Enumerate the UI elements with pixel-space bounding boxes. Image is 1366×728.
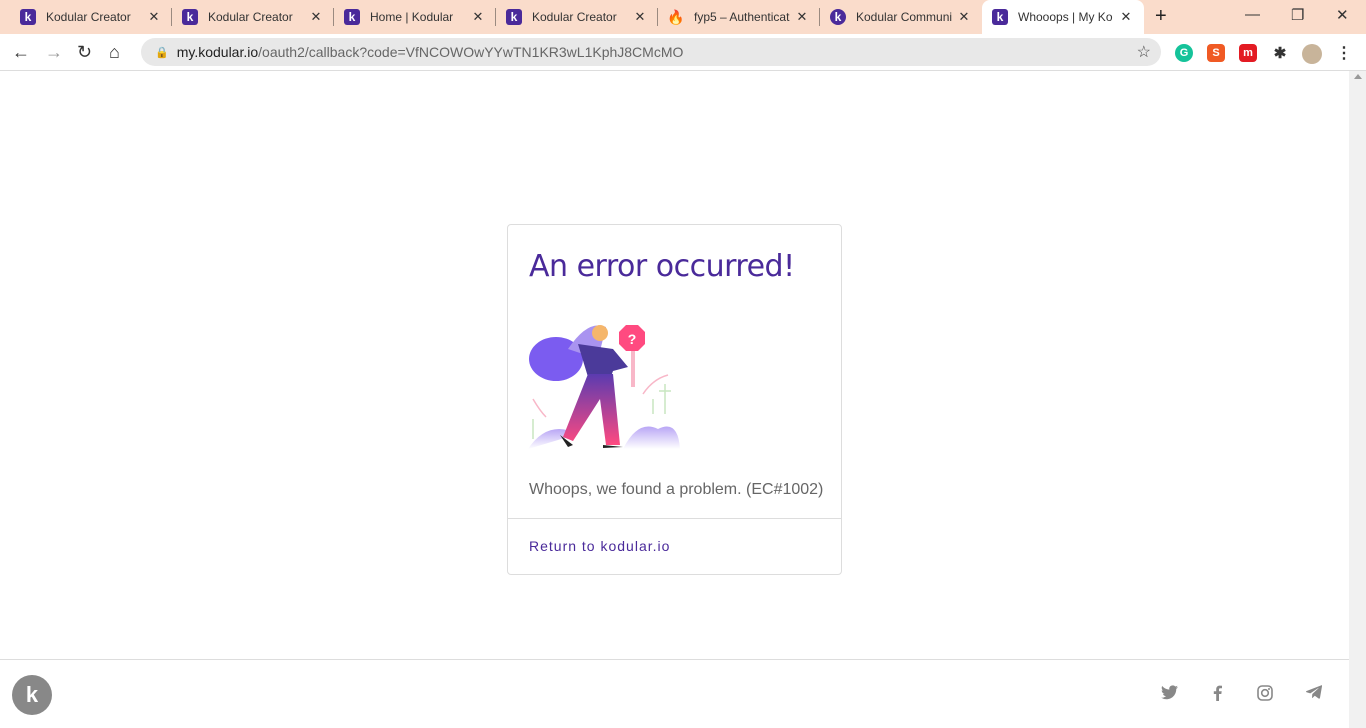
kodular-community-favicon: k <box>830 9 846 25</box>
tab[interactable]: k Kodular Communi ✕ <box>820 0 982 34</box>
scrollbar[interactable] <box>1349 71 1366 728</box>
scroll-up-arrow[interactable] <box>1353 74 1362 79</box>
tab-strip: k Kodular Creator ✕ k Kodular Creator ✕ k Hom… <box>0 0 1366 34</box>
svg-text:?: ? <box>628 331 637 347</box>
facebook-icon[interactable] <box>1213 685 1222 701</box>
tab[interactable]: k Kodular Creator ✕ <box>496 0 658 34</box>
url-path: /oauth2/callback?code=VfNCOWOwYYwTN1KR3w… <box>258 44 684 60</box>
close-tab-icon[interactable]: ✕ <box>470 9 486 25</box>
error-message: Whoops, we found a problem. (EC#1002) <box>529 481 824 498</box>
close-tab-icon[interactable]: ✕ <box>794 9 810 25</box>
close-tab-icon[interactable]: ✕ <box>632 9 648 25</box>
error-card: An error occurred! ? Whoops, we found a … <box>507 224 842 575</box>
kodular-logo[interactable]: k <box>12 675 52 715</box>
return-link[interactable]: Return to kodular.io <box>529 538 670 554</box>
instagram-icon[interactable] <box>1257 685 1273 701</box>
tab-title: fyp5 – Authenticat <box>694 10 790 24</box>
browser-toolbar: ← → ↻ ⌂ 🔒 my.kodular.io/oauth2/callback?… <box>0 34 1366 71</box>
tab-title: Kodular Creator <box>208 10 293 24</box>
close-tab-icon[interactable]: ✕ <box>146 9 162 25</box>
back-icon[interactable]: ← <box>12 42 30 63</box>
telegram-icon[interactable] <box>1306 685 1322 699</box>
tab[interactable]: k Home | Kodular ✕ <box>334 0 496 34</box>
extensions-puzzle-icon[interactable]: ✱ <box>1271 44 1289 62</box>
shopee-icon[interactable]: S <box>1207 44 1225 62</box>
card-divider <box>508 518 841 519</box>
url-host: my.kodular.io <box>176 44 259 60</box>
lock-icon: 🔒 <box>155 46 169 59</box>
mendeley-icon[interactable]: m <box>1239 44 1257 62</box>
error-title: An error occurred! <box>529 249 795 284</box>
kodular-favicon: k <box>182 9 198 25</box>
minimize-button[interactable]: — <box>1245 6 1260 23</box>
tab-title: Kodular Creator <box>46 10 131 24</box>
reload-icon[interactable]: ↻ <box>77 42 92 63</box>
close-tab-icon[interactable]: ✕ <box>308 9 324 25</box>
close-tab-icon[interactable]: ✕ <box>956 9 972 25</box>
bookmark-star-icon[interactable]: ☆ <box>1137 42 1151 62</box>
tab-title: Home | Kodular <box>370 10 454 24</box>
address-bar[interactable]: 🔒 my.kodular.io/oauth2/callback?code=VfN… <box>141 38 1161 66</box>
profile-avatar[interactable] <box>1302 44 1322 64</box>
kodular-favicon: k <box>20 9 36 25</box>
tab-active[interactable]: k Whooops | My Ko ✕ <box>982 0 1144 34</box>
kodular-favicon: k <box>506 9 522 25</box>
close-tab-icon[interactable]: ✕ <box>1118 9 1134 25</box>
twitter-icon[interactable] <box>1161 685 1178 700</box>
kodular-favicon: k <box>344 9 360 25</box>
tab[interactable]: 🔥 fyp5 – Authenticat ✕ <box>658 0 820 34</box>
error-illustration: ? <box>528 325 680 449</box>
tab-title: Kodular Creator <box>532 10 617 24</box>
tab-title: Whooops | My Ko <box>1018 10 1113 24</box>
firebase-favicon: 🔥 <box>667 8 685 25</box>
menu-kebab-icon[interactable]: ⋮ <box>1335 44 1353 62</box>
tab[interactable]: k Kodular Creator ✕ <box>172 0 334 34</box>
tab[interactable]: k Kodular Creator ✕ <box>10 0 172 34</box>
grammarly-icon[interactable]: G <box>1175 44 1193 62</box>
home-icon[interactable]: ⌂ <box>109 42 120 63</box>
tab-title: Kodular Communi <box>856 10 953 24</box>
forward-icon[interactable]: → <box>45 42 63 63</box>
close-window-button[interactable]: ✕ <box>1336 6 1349 24</box>
kodular-favicon: k <box>992 9 1008 25</box>
page-footer: k <box>0 659 1349 728</box>
restore-button[interactable]: ❐ <box>1291 6 1304 24</box>
new-tab-button[interactable]: + <box>1155 5 1167 28</box>
